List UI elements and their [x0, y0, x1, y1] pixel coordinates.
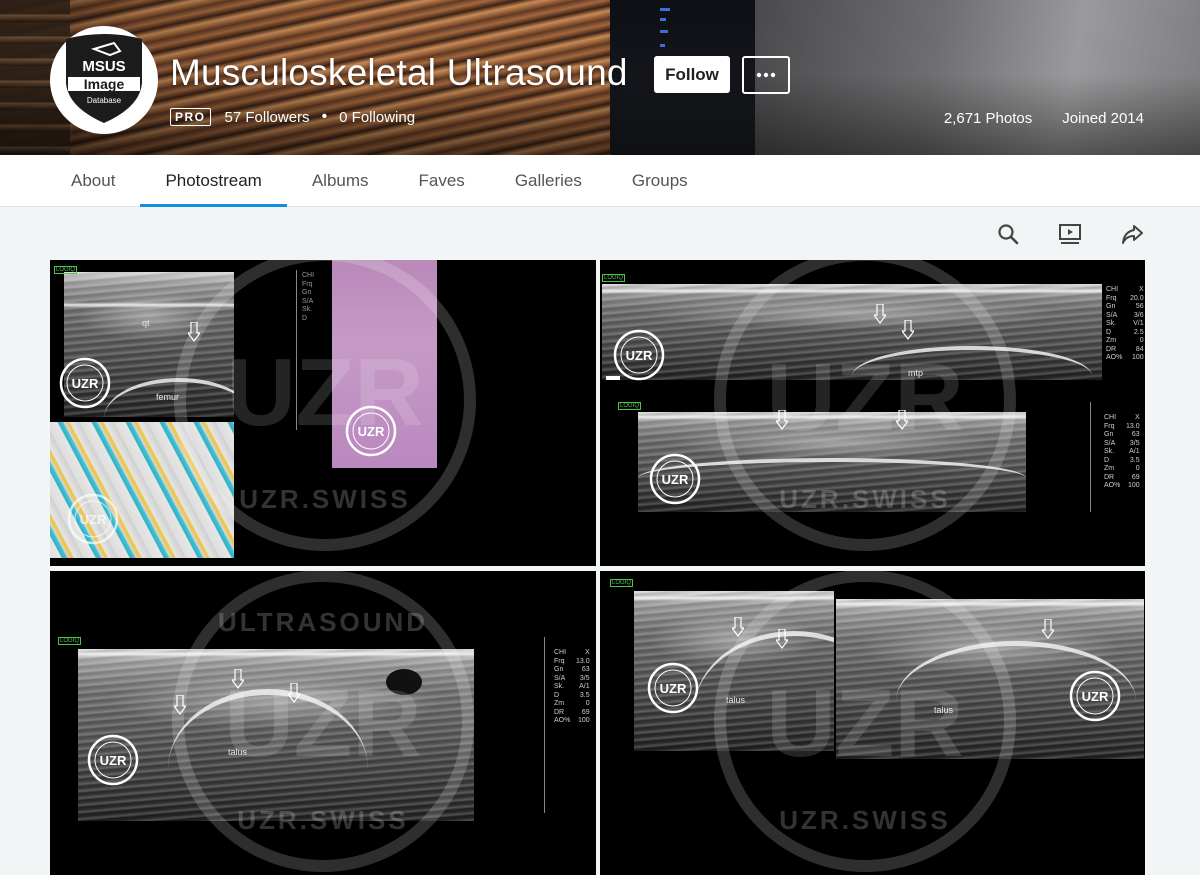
uzr-logo-icon: UZR	[648, 452, 702, 506]
arrow-marker-icon	[1040, 618, 1056, 639]
uzr-logo-icon: UZR	[1068, 669, 1122, 723]
share-icon	[1122, 225, 1143, 244]
svg-text:UZR.SWISS: UZR.SWISS	[239, 484, 410, 514]
uzr-logo-icon: UZR	[86, 733, 140, 787]
svg-text:UZR.SWISS: UZR.SWISS	[779, 805, 950, 835]
separator-dot: •	[321, 108, 328, 125]
tab-albums[interactable]: Albums	[287, 155, 394, 207]
arrow-marker-icon	[186, 321, 202, 342]
photo-tile[interactable]: talus LOGIQ CHI Frq Gn S/A Sk. D Zm DR AO% X 13.0…	[50, 571, 596, 875]
uzr-logo-icon: UZR	[344, 404, 398, 458]
svg-text:UZR: UZR	[660, 681, 687, 696]
svg-text:MSUS: MSUS	[82, 58, 125, 75]
svg-text:UZR: UZR	[100, 753, 127, 768]
tab-groups[interactable]: Groups	[607, 155, 713, 207]
uzr-logo-icon: UZR	[66, 492, 120, 546]
arrow-marker-icon	[872, 303, 888, 324]
uzr-logo-icon: UZR	[646, 661, 700, 715]
tab-galleries[interactable]: Galleries	[490, 155, 607, 207]
share-button[interactable]	[1116, 218, 1148, 250]
more-options-button[interactable]	[742, 56, 790, 94]
svg-text:UZR: UZR	[626, 348, 653, 363]
svg-text:UZR: UZR	[72, 376, 99, 391]
pro-badge: PRO	[170, 108, 211, 126]
photo-tile[interactable]: qt femur LOGIQ CHI Frq Gn S/A Sk. D UZR UZR U…	[50, 260, 596, 566]
slideshow-button[interactable]	[1054, 218, 1086, 250]
arrow-marker-icon	[774, 409, 790, 430]
arrow-marker-icon	[730, 616, 746, 637]
arrow-marker-icon	[172, 694, 188, 715]
uzr-logo-icon: UZR	[58, 356, 112, 410]
followers-link[interactable]: 57 Followers	[225, 109, 310, 126]
arrow-marker-icon	[286, 682, 302, 703]
svg-text:Image: Image	[84, 76, 125, 92]
profile-nav: About Photostream Albums Faves Galleries…	[0, 155, 1200, 207]
arrow-marker-icon	[774, 628, 790, 649]
svg-text:UZR: UZR	[1082, 689, 1109, 704]
tab-faves[interactable]: Faves	[394, 155, 490, 207]
svg-text:UZR: UZR	[80, 512, 107, 527]
profile-meta: 2,671 Photos Joined 2014	[944, 110, 1144, 127]
tab-about[interactable]: About	[46, 155, 140, 207]
svg-text:UZR: UZR	[662, 472, 689, 487]
arrow-marker-icon	[894, 409, 910, 430]
tab-photostream[interactable]: Photostream	[140, 155, 288, 207]
search-button[interactable]	[992, 218, 1024, 250]
avatar[interactable]: MSUS Image Database	[50, 26, 158, 134]
svg-text:Database: Database	[87, 96, 122, 105]
ultrasound-image: mtp	[602, 284, 1102, 380]
photo-tile[interactable]: talus talus LOGIQ UZR UZR UZR UZR.SWISS	[600, 571, 1145, 875]
follow-button[interactable]: Follow	[654, 56, 730, 93]
msus-logo-icon: MSUS Image Database	[66, 34, 142, 123]
arrow-marker-icon	[230, 668, 246, 689]
arrow-marker-icon	[900, 319, 916, 340]
uzr-logo-icon: UZR	[612, 328, 666, 382]
slideshow-icon	[1059, 224, 1081, 244]
photostream-toolbar	[992, 218, 1148, 250]
svg-text:ULTRASOUND: ULTRASOUND	[218, 607, 428, 637]
photo-tile[interactable]: mtp LOGIQ CHI Frq Gn S/A Sk. D Zm DR AO% X 20.0 56…	[600, 260, 1145, 566]
profile-stats: PRO 57 Followers • 0 Following	[170, 108, 415, 126]
following-link[interactable]: 0 Following	[339, 109, 415, 126]
profile-name: Musculoskeletal Ultrasound	[170, 52, 628, 93]
search-icon	[998, 224, 1019, 245]
photo-count: 2,671 Photos	[943, 110, 1033, 127]
svg-text:UZR: UZR	[358, 424, 385, 439]
joined-date: Joined 2014	[1062, 110, 1144, 127]
ellipsis-icon	[756, 72, 776, 78]
